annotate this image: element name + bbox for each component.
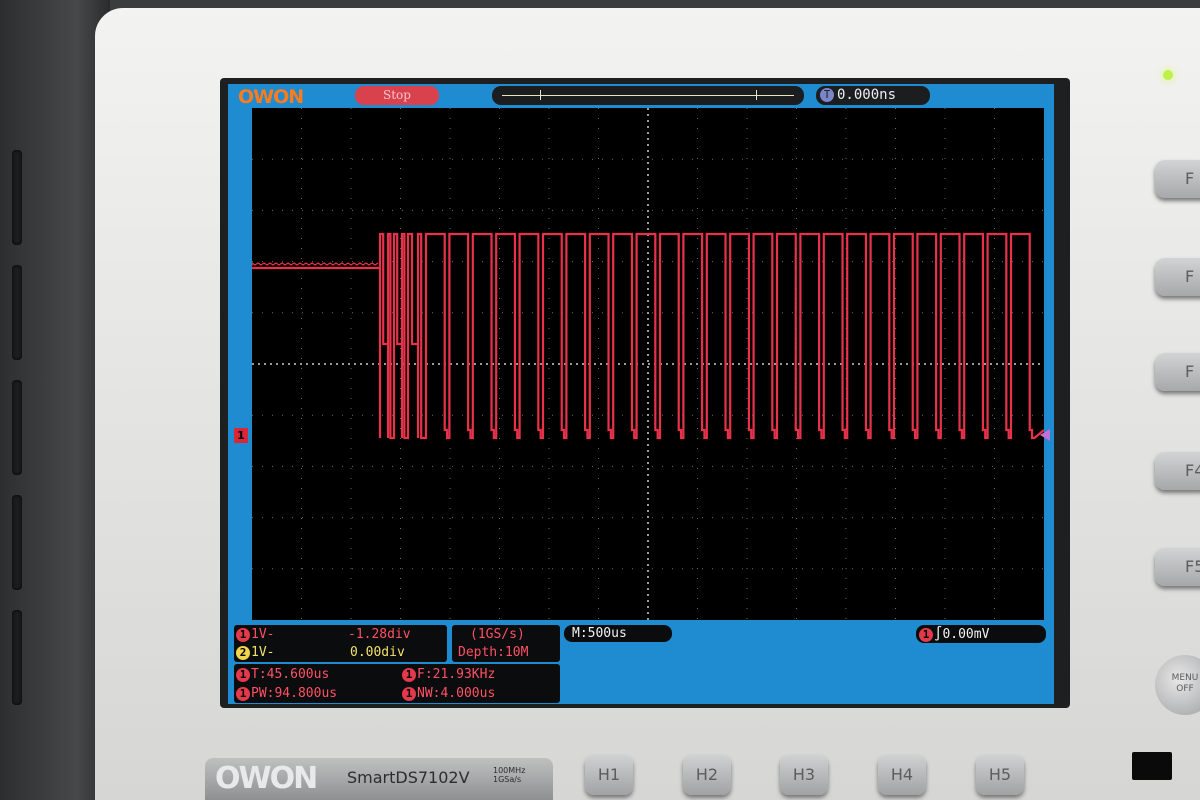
ch1-scale: 1V- — [251, 627, 275, 642]
model-badge: OWON SmartDS7102V 100MHz 1GSa/s — [205, 758, 553, 800]
spec-bandwidth: 100MHz — [493, 766, 526, 775]
screen-brand-logo: OWON — [238, 86, 304, 108]
sample-rate: (1GS/s) — [470, 627, 525, 642]
memory-tick — [756, 90, 757, 100]
memory-tick — [540, 90, 541, 100]
vent-slot — [12, 380, 22, 475]
power-led — [1163, 70, 1173, 80]
trigger-level-value: 0.00mV — [942, 627, 990, 642]
ch2-offset: 0.00div — [350, 645, 405, 660]
measurement-positive-width: 1 PW:94.800us — [236, 685, 337, 702]
hkey-h5[interactable]: H5 — [976, 755, 1024, 795]
vent-slot — [12, 265, 22, 360]
brand-logo: OWON — [215, 761, 318, 796]
trigger-position-value: 0.000ns — [837, 87, 897, 103]
ch2-badge: 2 — [236, 645, 250, 660]
menu-off-label-bottom: OFF — [1176, 684, 1194, 694]
model-name: SmartDS7102V — [347, 768, 470, 787]
vent-slot — [12, 610, 22, 705]
hkey-h4[interactable]: H4 — [878, 755, 926, 795]
trigger-readout[interactable]: 1 ∫0.00mV — [916, 625, 1046, 643]
softkey-f4[interactable]: F4 — [1155, 452, 1200, 490]
measurement-negative-width: 1 NW:4.000us — [402, 685, 495, 702]
memory-position-bar — [492, 86, 804, 105]
trigger-level-marker[interactable] — [1040, 429, 1050, 441]
trigger-time-badge: T — [820, 88, 834, 102]
ch2-row: 2 1V- 0.00div — [236, 644, 446, 661]
trigger-channel-badge: 1 — [919, 627, 933, 642]
ch1-trace — [252, 232, 1044, 440]
ch1-waveform — [252, 232, 1044, 440]
hkey-h1[interactable]: H1 — [585, 755, 633, 795]
ch1-row: 1 1V- -1.28div — [236, 626, 446, 643]
measurement-period: 1 T:45.600us — [236, 666, 329, 683]
trigger-position-readout: T 0.000ns — [816, 86, 930, 105]
run-status-badge[interactable]: Stop — [355, 86, 439, 105]
measurement-period-value: T:45.600us — [251, 667, 330, 682]
memory-line — [502, 95, 794, 96]
channel-info-panel: 1 1V- -1.28div 2 1V- 0.00div — [234, 625, 447, 662]
ch1-badge: 1 — [236, 627, 250, 642]
measurement-positive-width-value: PW:94.800us — [251, 686, 338, 701]
measurement-negative-width-value: NW:4.000us — [417, 686, 496, 701]
measurement-badge: 1 — [402, 686, 416, 701]
softkey-f1[interactable]: F — [1155, 160, 1200, 198]
vent-slot — [12, 495, 22, 590]
model-specs: 100MHz 1GSa/s — [493, 766, 525, 784]
spec-sample-rate: 1GSa/s — [493, 775, 522, 784]
waveform-grid — [252, 108, 1044, 620]
left-chassis — [0, 0, 110, 800]
measurement-panel: 1 T:45.600us 1 F:21.93KHz 1 PW:94.800us 1 NW… — [234, 664, 560, 703]
memory-depth: Depth:10M — [458, 645, 529, 660]
menu-off-label-top: MENU — [1171, 673, 1199, 683]
acquisition-panel: (1GS/s) Depth:10M — [452, 625, 560, 662]
ch1-trace-noise — [252, 262, 379, 266]
ch2-scale: 1V- — [251, 645, 275, 660]
usb-port — [1132, 752, 1172, 780]
vent-slot — [12, 150, 22, 245]
timebase-readout[interactable]: M:500us — [564, 625, 672, 642]
measurement-badge: 1 — [236, 686, 250, 701]
measurement-frequency: 1 F:21.93KHz — [402, 666, 495, 683]
measurement-frequency-value: F:21.93KHz — [417, 667, 496, 682]
hkey-h3[interactable]: H3 — [780, 755, 828, 795]
measurement-badge: 1 — [236, 667, 250, 682]
ch1-offset: -1.28div — [348, 627, 411, 642]
measurement-badge: 1 — [402, 667, 416, 682]
softkey-f3[interactable]: F — [1155, 353, 1200, 391]
hkey-h2[interactable]: H2 — [683, 755, 731, 795]
softkey-f2[interactable]: F — [1155, 258, 1200, 296]
softkey-f5[interactable]: F5 — [1155, 548, 1200, 586]
ch1-ground-marker[interactable]: 1 — [234, 428, 248, 443]
oscilloscope-screen: OWON Stop T 0.000ns 1 1 1V- -1.28div 2 1V- 0.… — [228, 84, 1054, 704]
